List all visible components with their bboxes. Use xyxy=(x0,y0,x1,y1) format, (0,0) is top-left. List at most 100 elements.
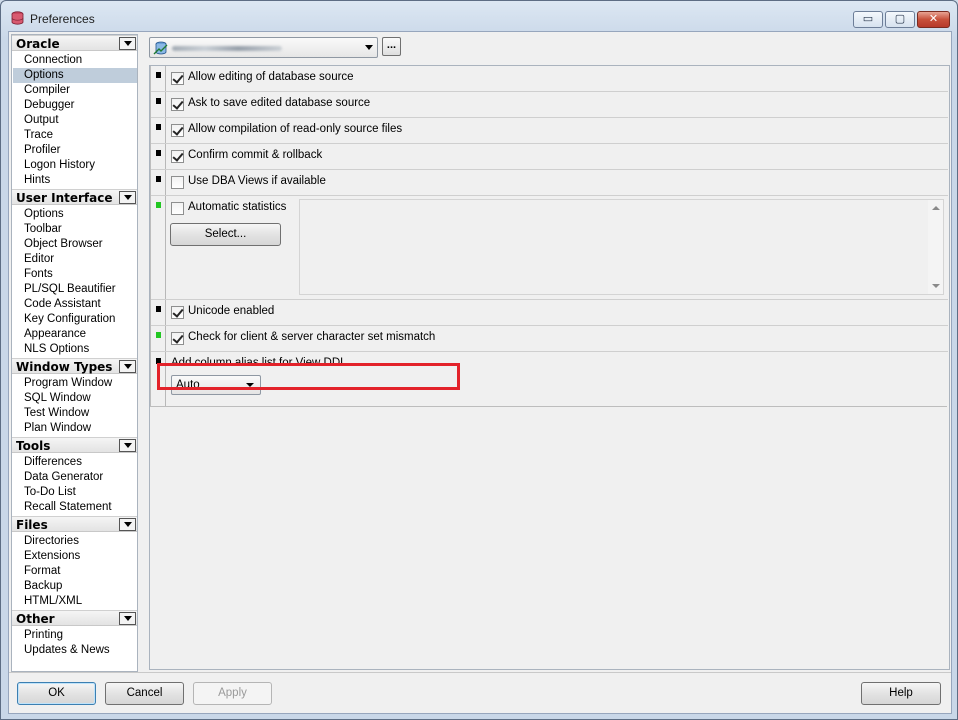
connection-combo[interactable] xyxy=(149,37,378,58)
collapse-arrow-icon[interactable] xyxy=(119,518,136,531)
changed-indicator-icon xyxy=(156,202,161,208)
sidebar-item-compiler[interactable]: Compiler xyxy=(13,83,137,98)
cancel-button[interactable]: Cancel xyxy=(105,682,184,705)
sidebar-item-sql-window[interactable]: SQL Window xyxy=(13,391,137,406)
sidebar-item-appearance[interactable]: Appearance xyxy=(13,327,137,342)
title-bar: Preferences ▭ ▢ ✕ xyxy=(1,1,957,31)
collapse-arrow-icon[interactable] xyxy=(119,612,136,625)
sidebar-item-printing[interactable]: Printing xyxy=(13,628,137,643)
sidebar-item-fonts[interactable]: Fonts xyxy=(13,267,137,282)
option-row: Check for client & server character set … xyxy=(151,326,948,352)
sidebar-item-format[interactable]: Format xyxy=(13,564,137,579)
sidebar-item-directories[interactable]: Directories xyxy=(13,534,137,549)
sidebar-item-backup[interactable]: Backup xyxy=(13,579,137,594)
option-label[interactable]: Unicode enabled xyxy=(188,305,274,317)
sidebar-item-recall-statement[interactable]: Recall Statement xyxy=(13,500,137,515)
category-label: Window Types xyxy=(16,360,113,374)
category-header-tools[interactable]: Tools xyxy=(12,437,137,453)
select-statistics-button[interactable]: Select... xyxy=(170,223,281,246)
option-label[interactable]: Automatic statistics xyxy=(188,201,286,213)
minimize-icon: ▭ xyxy=(862,13,874,25)
row-divider xyxy=(165,326,166,351)
sidebar-item-plan-window[interactable]: Plan Window xyxy=(13,421,137,436)
category-label: User Interface xyxy=(16,191,113,205)
sidebar-item-object-browser[interactable]: Object Browser xyxy=(13,237,137,252)
sidebar-item-output[interactable]: Output xyxy=(13,113,137,128)
default-indicator-icon xyxy=(156,72,161,78)
sidebar-item-editor[interactable]: Editor xyxy=(13,252,137,267)
sidebar-item-nls-options[interactable]: NLS Options xyxy=(13,342,137,357)
collapse-arrow-icon[interactable] xyxy=(119,191,136,204)
sidebar-item-program-window[interactable]: Program Window xyxy=(13,376,137,391)
category-header-user-interface[interactable]: User Interface xyxy=(12,189,137,205)
sidebar-item-code-assistant[interactable]: Code Assistant xyxy=(13,297,137,312)
category-label: Other xyxy=(16,612,55,626)
sidebar-item-debugger[interactable]: Debugger xyxy=(13,98,137,113)
collapse-arrow-icon[interactable] xyxy=(119,439,136,452)
option-checkbox[interactable] xyxy=(171,150,184,163)
minimize-button[interactable]: ▭ xyxy=(853,11,883,28)
sidebar-item-test-window[interactable]: Test Window xyxy=(13,406,137,421)
help-button[interactable]: Help xyxy=(861,682,941,705)
sidebar-item-to-do-list[interactable]: To-Do List xyxy=(13,485,137,500)
option-checkbox[interactable] xyxy=(171,176,184,189)
option-label[interactable]: Ask to save edited database source xyxy=(188,97,370,109)
option-checkbox[interactable] xyxy=(171,72,184,85)
option-checkbox[interactable] xyxy=(171,124,184,137)
scroll-up-icon[interactable] xyxy=(932,206,940,210)
footer-divider xyxy=(9,672,951,673)
row-divider xyxy=(165,300,166,325)
option-label[interactable]: Check for client & server character set … xyxy=(188,331,435,343)
category-header-oracle[interactable]: Oracle xyxy=(12,35,137,51)
sidebar-item-toolbar[interactable]: Toolbar xyxy=(13,222,137,237)
window-title: Preferences xyxy=(30,12,95,26)
app-database-icon xyxy=(11,11,24,25)
close-button[interactable]: ✕ xyxy=(917,11,950,28)
option-checkbox[interactable] xyxy=(171,202,184,215)
option-row: Automatic statistics Select... xyxy=(151,196,948,300)
ok-button[interactable]: OK xyxy=(17,682,96,705)
category-header-files[interactable]: Files xyxy=(12,516,137,532)
category-header-other[interactable]: Other xyxy=(12,610,137,626)
category-label: Files xyxy=(16,518,48,532)
sidebar-item-html-xml[interactable]: HTML/XML xyxy=(13,594,137,609)
sidebar-item-options[interactable]: Options xyxy=(13,68,137,83)
sidebar-item-pl-sql-beautifier[interactable]: PL/SQL Beautifier xyxy=(13,282,137,297)
option-label[interactable]: Use DBA Views if available xyxy=(188,175,326,187)
sidebar-item-key-configuration[interactable]: Key Configuration xyxy=(13,312,137,327)
sidebar-item-profiler[interactable]: Profiler xyxy=(13,143,137,158)
option-checkbox[interactable] xyxy=(171,332,184,345)
maximize-button[interactable]: ▢ xyxy=(885,11,915,28)
apply-button[interactable]: Apply xyxy=(193,682,272,705)
sidebar-item-options[interactable]: Options xyxy=(13,207,137,222)
sidebar-item-trace[interactable]: Trace xyxy=(13,128,137,143)
option-checkbox[interactable] xyxy=(171,306,184,319)
category-label: Oracle xyxy=(16,37,60,51)
option-row: Unicode enabled xyxy=(151,300,948,326)
collapse-arrow-icon[interactable] xyxy=(119,37,136,50)
option-label[interactable]: Allow editing of database source xyxy=(188,71,354,83)
highlight-annotation xyxy=(157,363,460,390)
vertical-scrollbar[interactable] xyxy=(928,200,943,294)
sidebar-item-connection[interactable]: Connection xyxy=(13,53,137,68)
option-row: Allow editing of database source xyxy=(151,66,948,92)
sidebar-item-hints[interactable]: Hints xyxy=(13,173,137,188)
option-label[interactable]: Allow compilation of read-only source fi… xyxy=(188,123,402,135)
row-divider xyxy=(165,118,166,143)
sidebar-item-updates-news[interactable]: Updates & News xyxy=(13,643,137,658)
row-divider xyxy=(165,170,166,195)
connection-details-button[interactable]: ... xyxy=(382,37,401,56)
row-divider xyxy=(165,144,166,169)
collapse-arrow-icon[interactable] xyxy=(119,360,136,373)
close-icon: ✕ xyxy=(928,13,939,25)
sidebar-item-extensions[interactable]: Extensions xyxy=(13,549,137,564)
option-label[interactable]: Confirm commit & rollback xyxy=(188,149,322,161)
default-indicator-icon xyxy=(156,306,161,312)
option-checkbox[interactable] xyxy=(171,98,184,111)
sidebar-item-data-generator[interactable]: Data Generator xyxy=(13,470,137,485)
sidebar-item-logon-history[interactable]: Logon History xyxy=(13,158,137,173)
statistics-text-area[interactable] xyxy=(299,199,944,295)
scroll-down-icon[interactable] xyxy=(932,284,940,288)
category-header-window-types[interactable]: Window Types xyxy=(12,358,137,374)
sidebar-item-differences[interactable]: Differences xyxy=(13,455,137,470)
